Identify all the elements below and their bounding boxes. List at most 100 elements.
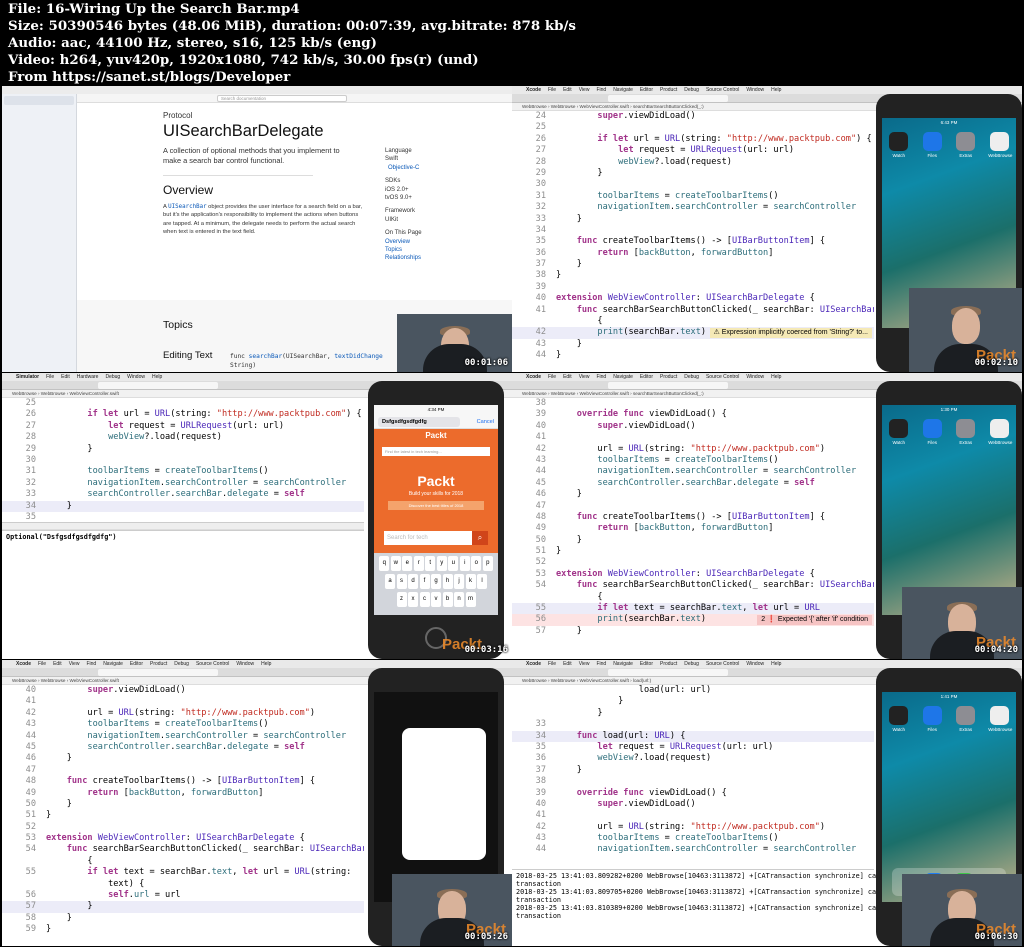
menu-item[interactable]: Help	[152, 374, 162, 380]
app-icon-webbrowse[interactable]: WebBrowse	[988, 419, 1012, 445]
menu-item[interactable]: Find	[596, 374, 606, 380]
menu-item[interactable]: Source Control	[706, 87, 739, 93]
key-j[interactable]: j	[454, 574, 464, 589]
objc-link[interactable]: Objective-C	[385, 164, 445, 172]
key-a[interactable]: a	[385, 574, 395, 589]
menu-item[interactable]: Window	[127, 374, 145, 380]
app-icon-extras[interactable]: Extras	[955, 419, 977, 445]
menu-item[interactable]: Debug	[684, 374, 699, 380]
uisearchbar-link[interactable]: UISearchBar	[168, 204, 206, 210]
menu-item[interactable]: Editor	[640, 87, 653, 93]
app-icon-webbrowse[interactable]: WebBrowse	[988, 132, 1012, 158]
code-editor[interactable]: 25 26 if let url = URL(string: "http://w…	[2, 398, 364, 522]
menu-item[interactable]: Product	[150, 661, 167, 667]
app-icon-watch[interactable]: Watch	[888, 132, 910, 158]
menu-item[interactable]: File	[548, 661, 556, 667]
key-g[interactable]: g	[431, 574, 441, 589]
menu-item[interactable]: Help	[771, 661, 781, 667]
code-editor[interactable]: 40 super.viewDidLoad() 41 42 url = URL(s…	[2, 685, 364, 946]
menu-item[interactable]: Navigate	[613, 661, 633, 667]
menu-item[interactable]: Window	[746, 661, 764, 667]
menu-item[interactable]: Product	[660, 661, 677, 667]
menu-item[interactable]: Debug	[684, 661, 699, 667]
app-icon-watch[interactable]: Watch	[888, 706, 910, 732]
app-icon-watch[interactable]: Watch	[888, 419, 910, 445]
menu-item[interactable]: File	[38, 661, 46, 667]
sim-site-search[interactable]: Find the latest in tech learning...	[382, 447, 490, 456]
menu-item[interactable]: Window	[746, 87, 764, 93]
menu-item[interactable]: File	[548, 87, 556, 93]
sim-cancel-button[interactable]: Cancel	[477, 417, 494, 427]
app-icon-extras[interactable]: Extras	[955, 706, 977, 732]
menu-item[interactable]: Source Control	[706, 661, 739, 667]
key-d[interactable]: d	[408, 574, 418, 589]
onpage-relationships-link[interactable]: Relationships	[385, 254, 445, 262]
menu-item[interactable]: Editor	[640, 374, 653, 380]
sim-keyboard[interactable]: qwertyuiop asdfghjkl zxcvbnm	[374, 553, 498, 615]
menu-item[interactable]: Edit	[563, 661, 572, 667]
sim-search-field[interactable]: Dsfgsdfgsdfgdfg	[378, 417, 460, 427]
code-editor[interactable]: load(url: url) } } 33 34 func load(url: …	[512, 685, 874, 869]
key-b[interactable]: b	[442, 592, 453, 607]
search-documentation-input[interactable]: Search documentation	[217, 95, 347, 102]
menu-item[interactable]: View	[579, 87, 590, 93]
onpage-topics-link[interactable]: Topics	[385, 246, 445, 254]
menu-item[interactable]: File	[548, 374, 556, 380]
key-n[interactable]: n	[454, 592, 464, 607]
menu-item[interactable]: Product	[660, 87, 677, 93]
menu-item[interactable]: Navigate	[103, 661, 123, 667]
menu-item[interactable]: Debug	[105, 374, 120, 380]
key-s[interactable]: s	[396, 574, 407, 589]
menu-item[interactable]: Edit	[563, 87, 572, 93]
menu-item[interactable]: Editor	[640, 661, 653, 667]
sim-tech-search[interactable]: Search for tech	[384, 531, 472, 545]
menu-item[interactable]: Help	[771, 87, 781, 93]
menu-item[interactable]: Window	[746, 374, 764, 380]
code-editor[interactable]: 24 super.viewDidLoad() 25 26 if let url …	[512, 111, 874, 372]
menu-item[interactable]: Source Control	[196, 661, 229, 667]
menu-item[interactable]: Hardware	[77, 374, 99, 380]
menu-item[interactable]: View	[579, 374, 590, 380]
key-r[interactable]: r	[413, 556, 424, 571]
app-icon-extras[interactable]: Extras	[955, 132, 977, 158]
menu-item[interactable]: Find	[596, 87, 606, 93]
app-icon-files[interactable]: Files	[921, 132, 943, 158]
menu-item[interactable]: Xcode	[16, 661, 31, 667]
menu-item[interactable]: Xcode	[526, 661, 541, 667]
key-o[interactable]: o	[471, 556, 482, 571]
sim-banner-button[interactable]: Discover the best titles of 2018	[388, 501, 484, 510]
menu-item[interactable]: Debug	[684, 87, 699, 93]
onpage-overview-link[interactable]: Overview	[385, 238, 445, 246]
menu-item[interactable]: Help	[771, 374, 781, 380]
menu-item[interactable]: Edit	[61, 374, 70, 380]
key-e[interactable]: e	[402, 556, 413, 571]
key-q[interactable]: q	[379, 556, 390, 571]
menu-item[interactable]: Editor	[130, 661, 143, 667]
key-w[interactable]: w	[390, 556, 401, 571]
key-z[interactable]: z	[396, 592, 407, 607]
key-f[interactable]: f	[419, 574, 430, 589]
menu-item[interactable]: Window	[236, 661, 254, 667]
key-u[interactable]: u	[448, 556, 459, 571]
key-i[interactable]: i	[459, 556, 470, 571]
key-h[interactable]: h	[442, 574, 453, 589]
menu-item[interactable]: Find	[596, 661, 606, 667]
sim-search-bar[interactable]: Dsfgsdfgsdfgdfg Cancel	[374, 415, 498, 429]
key-p[interactable]: p	[482, 556, 493, 571]
menu-item[interactable]: Find	[86, 661, 96, 667]
app-icon-webbrowse[interactable]: WebBrowse	[988, 706, 1012, 732]
menu-item[interactable]: Edit	[53, 661, 62, 667]
menu-item[interactable]: View	[579, 661, 590, 667]
key-v[interactable]: v	[431, 592, 441, 607]
menu-item[interactable]: Navigate	[613, 374, 633, 380]
iphone-simulator[interactable]: 4:34 PM Dsfgsdfgsdfgdfg Cancel Packt Fin…	[368, 381, 504, 659]
code-editor[interactable]: 38 39 override func viewDidLoad() { 40 s…	[512, 398, 874, 659]
key-c[interactable]: c	[419, 592, 430, 607]
menu-item[interactable]: Simulator	[16, 374, 39, 380]
app-icon-files[interactable]: Files	[921, 706, 943, 732]
key-k[interactable]: k	[465, 574, 476, 589]
menu-item[interactable]: Product	[660, 374, 677, 380]
menu-item[interactable]: Debug	[174, 661, 189, 667]
menu-item[interactable]: Source Control	[706, 374, 739, 380]
menu-item[interactable]: File	[46, 374, 54, 380]
